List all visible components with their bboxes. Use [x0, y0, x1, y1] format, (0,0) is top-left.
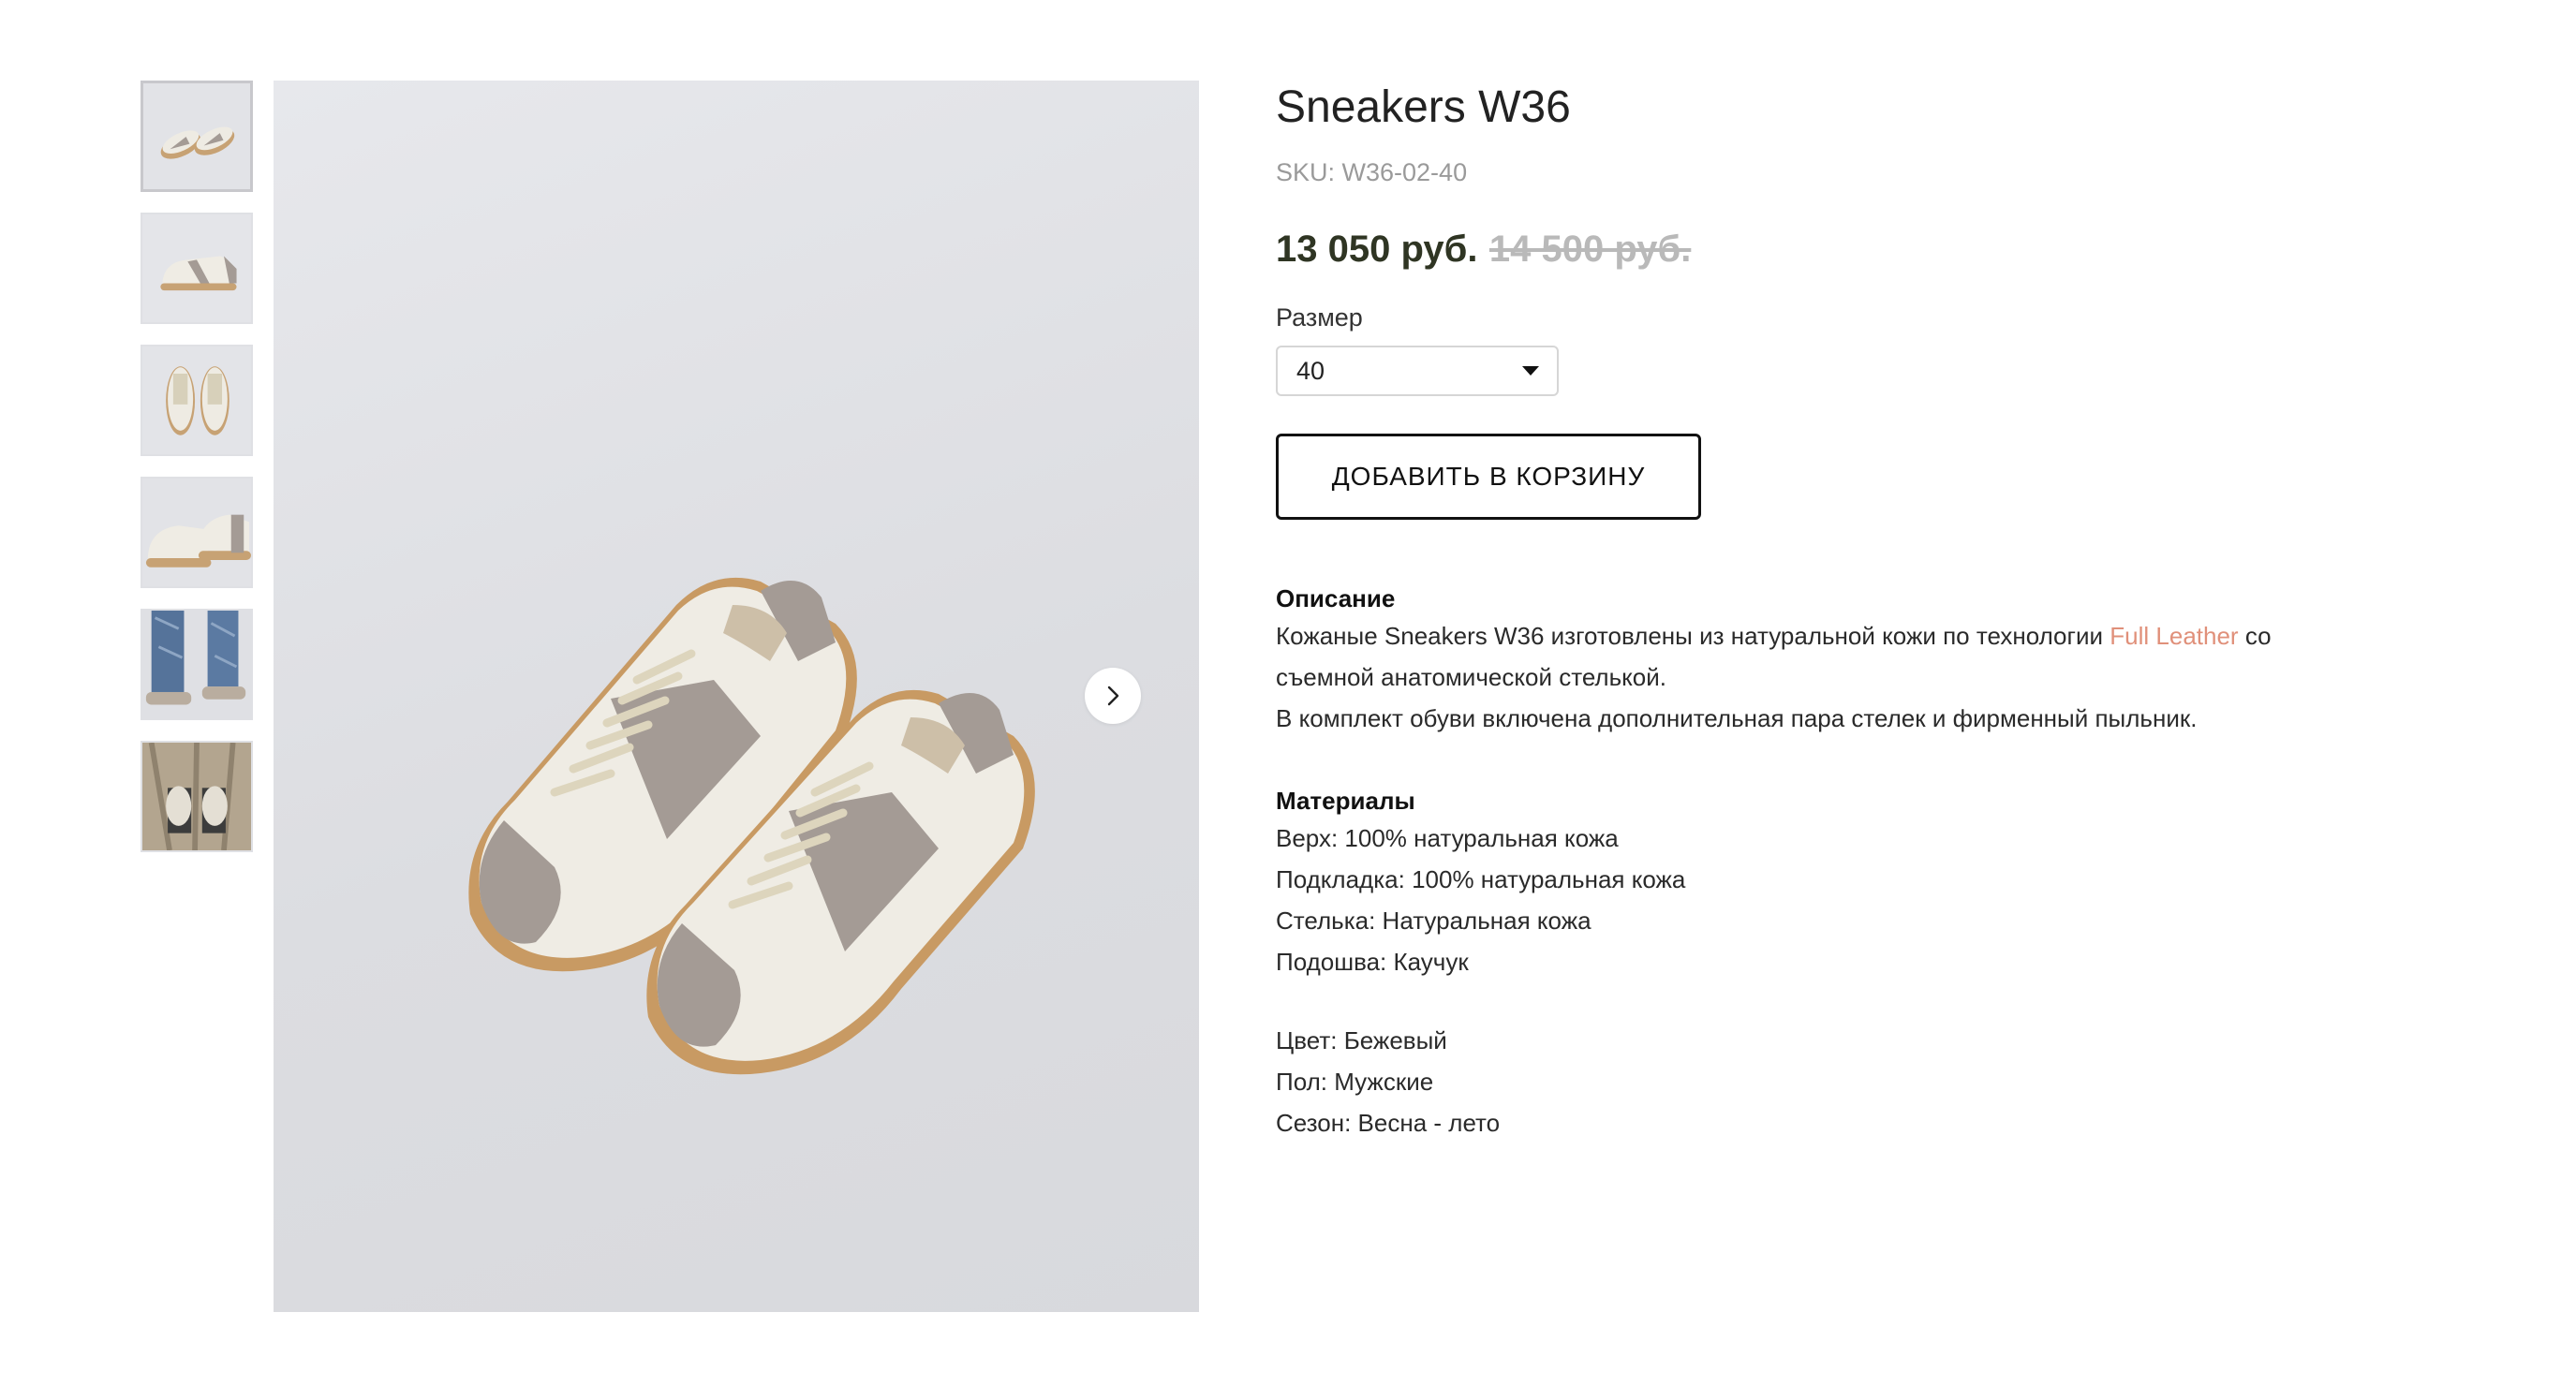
- old-price: 14 500 руб.: [1488, 229, 1692, 270]
- current-price: 13 050 руб.: [1276, 229, 1478, 270]
- dropdown-arrow-icon: [1522, 366, 1539, 376]
- next-image-button[interactable]: [1085, 668, 1141, 724]
- material-lining: Подкладка: 100% натуральная кожа: [1276, 865, 1686, 893]
- description-line3: В комплект обуви включена дополнительная…: [1276, 704, 2198, 732]
- thumbnail-photo-sneakers-worn-jeans: [142, 611, 251, 718]
- price-row: 13 050 руб. 14 500 руб.: [1276, 225, 2494, 282]
- attribute-gender: Пол: Мужские: [1276, 1068, 1434, 1096]
- thumbnail-photo-sneakers-heel: [142, 479, 251, 586]
- chevron-right-icon: [1107, 686, 1119, 706]
- product-sku: SKU: W36-02-40: [1276, 158, 1468, 186]
- description-line1-start: Кожаные Sneakers W36 изготовлены из нату…: [1276, 622, 2110, 650]
- thumbnail-photo-sneakers-front: [142, 346, 251, 454]
- materials-list: Верх: 100% натуральная кожа Подкладка: 1…: [1276, 818, 2494, 982]
- thumbnail-5[interactable]: [141, 609, 253, 720]
- size-label: Размер: [1276, 303, 1363, 332]
- thumbnail-photo-sneakers-pair-top: [143, 83, 250, 189]
- add-to-cart-button[interactable]: ДОБАВИТЬ В КОРЗИНУ: [1276, 434, 1701, 520]
- material-upper: Верх: 100% натуральная кожа: [1276, 824, 1619, 852]
- materials-title: Материалы: [1276, 787, 1415, 815]
- thumbnail-photo-sneaker-side: [142, 214, 251, 322]
- thumbnail-2[interactable]: [141, 213, 253, 324]
- thumbnail-gallery: [141, 81, 257, 873]
- description-line2: съемной анатомической стелькой.: [1276, 663, 1667, 691]
- material-sole: Подошва: Каучук: [1276, 948, 1469, 976]
- main-product-image: [274, 81, 1199, 1312]
- thumbnail-4[interactable]: [141, 477, 253, 588]
- description-line1-end: со: [2238, 622, 2272, 650]
- description-title: Описание: [1276, 584, 1396, 612]
- description-text: Кожаные Sneakers W36 изготовлены из нату…: [1276, 615, 2494, 739]
- attributes-list: Цвет: Бежевый Пол: Мужские Сезон: Весна …: [1276, 1020, 2494, 1143]
- attribute-season: Сезон: Весна - лето: [1276, 1109, 1501, 1137]
- size-select-value: 40: [1296, 356, 1325, 385]
- product-title: Sneakers W36: [1276, 82, 1571, 132]
- thumbnail-3[interactable]: [141, 345, 253, 456]
- product-info: Sneakers W36 SKU: W36-02-40 13 050 руб. …: [1276, 81, 2494, 1143]
- attribute-color: Цвет: Бежевый: [1276, 1026, 1447, 1054]
- thumbnail-6[interactable]: [141, 741, 253, 852]
- photo-sneakers-pair: [468, 577, 1035, 1075]
- thumbnail-1[interactable]: [141, 81, 253, 192]
- size-select[interactable]: 40: [1276, 346, 1559, 396]
- thumbnail-photo-sneakers-worn-coat: [142, 743, 251, 850]
- material-insole: Стелька: Натуральная кожа: [1276, 907, 1591, 935]
- full-leather-link[interactable]: Full Leather: [2110, 622, 2238, 650]
